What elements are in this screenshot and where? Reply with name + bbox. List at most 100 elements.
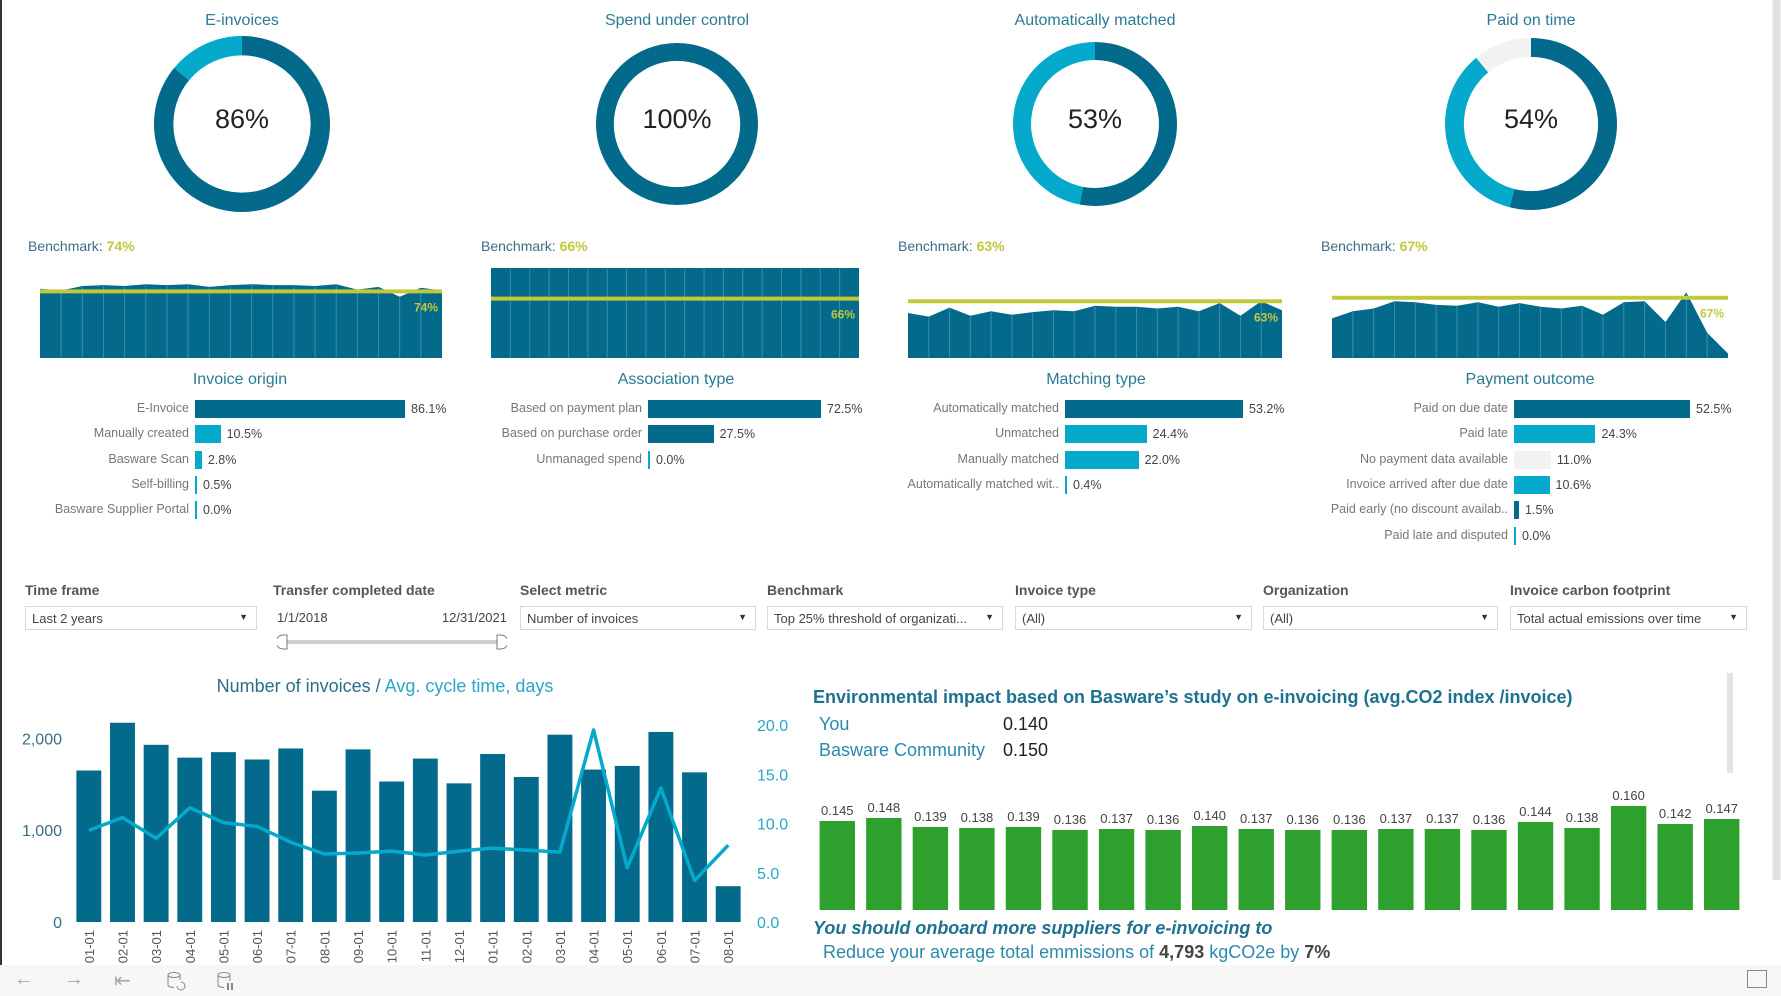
sparkline-area[interactable]: [1332, 292, 1728, 358]
breakdown-bar[interactable]: [1514, 526, 1516, 545]
co2-bar[interactable]: [959, 828, 995, 910]
dropdown-value: (All): [1270, 611, 1294, 626]
benchmark-line-label: 74%: [414, 300, 438, 314]
slider-handle-start[interactable]: [277, 634, 288, 650]
breakdown-value: 11.0%: [1556, 452, 1592, 467]
breakdown-row[interactable]: No payment data available: [0, 450, 1514, 470]
co2-bar[interactable]: [1052, 830, 1088, 910]
filter-select-metric: Select metric Number of invoices ▼: [520, 582, 756, 630]
co2-bar[interactable]: [1564, 828, 1600, 910]
co2-bar[interactable]: [1285, 830, 1321, 910]
y-right-tick: 15.0: [757, 767, 788, 784]
co2-bar[interactable]: [1657, 824, 1693, 910]
carbon-footprint-dropdown[interactable]: Total actual emissions over time ▼: [1510, 606, 1747, 630]
scrollbar-thumb[interactable]: [1773, 0, 1780, 880]
page-scrollbar[interactable]: [1772, 0, 1781, 880]
benchmark-sparkline[interactable]: 63%: [908, 260, 1286, 360]
breakdown-bar[interactable]: [1514, 450, 1551, 469]
y-right-tick: 5.0: [757, 866, 779, 883]
breakdown-row[interactable]: Invoice arrived after due date: [0, 475, 1514, 495]
invoice-count-bar[interactable]: [177, 757, 203, 922]
dropdown-value: Last 2 years: [32, 611, 103, 626]
co2-bar[interactable]: [1378, 829, 1414, 910]
breakdown-bar[interactable]: [1514, 501, 1520, 520]
title-separator: /: [370, 676, 385, 696]
breakdown-row[interactable]: Paid late and disputed: [0, 526, 1514, 546]
sparkline-area[interactable]: [491, 268, 859, 358]
co2-bar[interactable]: [1471, 830, 1507, 910]
pause-data-icon[interactable]: [216, 971, 236, 993]
co2-bar[interactable]: [819, 821, 855, 910]
co2-bar[interactable]: [912, 827, 949, 910]
co2-bar[interactable]: [1517, 822, 1554, 910]
invoice-count-bar[interactable]: [76, 770, 102, 923]
benchmark-sparkline[interactable]: 74%: [40, 260, 446, 360]
reset-to-first-icon[interactable]: ⇤: [114, 968, 131, 993]
co2-bar[interactable]: [1610, 806, 1647, 910]
reduce-percent: 7%: [1304, 942, 1331, 962]
co2-index-chart[interactable]: 0.145 0.148 0.139 0.138 0.139 0.136 0.137 0.136…: [810, 785, 1750, 910]
donut-segment[interactable]: [1476, 38, 1531, 73]
invoice-count-bar[interactable]: [244, 759, 270, 922]
co2-bar[interactable]: [1704, 819, 1740, 910]
kpi-e-invoices[interactable]: E-invoices 86%: [22, 0, 462, 220]
invoice-count-bar[interactable]: [682, 772, 707, 922]
back-arrow-icon[interactable]: ←: [14, 968, 34, 991]
you-value: 0.140: [1003, 714, 1049, 734]
co2-bar[interactable]: [1145, 830, 1181, 910]
fullscreen-icon[interactable]: [1747, 970, 1767, 988]
invoice-count-bar[interactable]: [715, 886, 741, 922]
invoice-count-bar[interactable]: [311, 790, 337, 922]
forward-arrow-icon[interactable]: →: [64, 968, 84, 991]
breakdown-row[interactable]: Paid on due date: [0, 399, 1514, 419]
co2-bar[interactable]: [1424, 829, 1461, 910]
refresh-data-icon[interactable]: [166, 971, 186, 993]
donut-segment[interactable]: [174, 36, 242, 81]
invoice-count-bar[interactable]: [648, 731, 674, 922]
co2-bar[interactable]: [1331, 830, 1368, 910]
invoice-count-bar[interactable]: [480, 753, 506, 922]
co2-bar[interactable]: [866, 818, 902, 910]
title-bar-series: Number of invoices: [216, 676, 371, 696]
kpi-paid-on-time[interactable]: Paid on time 54%: [1311, 0, 1751, 220]
breakdown-bar[interactable]: [1514, 475, 1550, 494]
breakdown-row[interactable]: Paid early (no discount availab..: [0, 500, 1514, 520]
invoice-count-bar[interactable]: [412, 758, 438, 922]
kpi-automatically-matched[interactable]: Automatically matched 53%: [875, 0, 1315, 220]
kpi-value: 54%: [1503, 104, 1559, 134]
benchmark-sparkline[interactable]: 66%: [491, 260, 863, 360]
invoices-cycle-time-chart[interactable]: 0 1,000 2,000 0.0 5.0 10.0 15.0 20.0 01-01 02-01 0…: [0, 700, 800, 965]
invoice-count-bar[interactable]: [547, 734, 573, 922]
invoice-count-bar[interactable]: [581, 769, 607, 922]
invoice-count-bar[interactable]: [345, 749, 371, 922]
date-end[interactable]: 12/31/2021: [442, 610, 507, 625]
breakdown-row[interactable]: Paid late: [0, 424, 1514, 444]
date-start[interactable]: 1/1/2018: [277, 610, 328, 625]
kpi-spend-under-control[interactable]: Spend under control 100%: [457, 0, 897, 220]
co2-bar-label: 0.138: [961, 810, 994, 825]
co2-bar[interactable]: [1098, 829, 1135, 910]
environment-scrollbar[interactable]: [1727, 673, 1733, 773]
co2-bar[interactable]: [1191, 826, 1228, 910]
you-label: You: [819, 714, 850, 734]
benchmark-label: Benchmark: 63%: [898, 238, 1005, 254]
co2-bar[interactable]: [1005, 827, 1042, 910]
invoice-count-bar[interactable]: [278, 748, 304, 922]
co2-bar-label: 0.137: [1426, 811, 1459, 826]
invoice-count-bar[interactable]: [210, 752, 236, 922]
co2-bar[interactable]: [1238, 829, 1274, 910]
x-tick-label: 07-01: [688, 930, 703, 963]
benchmark-dropdown[interactable]: Top 25% threshold of organizati... ▼: [767, 606, 1003, 630]
metric-dropdown[interactable]: Number of invoices ▼: [520, 606, 756, 630]
organization-dropdown[interactable]: (All) ▼: [1263, 606, 1498, 630]
invoice-type-dropdown[interactable]: (All) ▼: [1015, 606, 1252, 630]
x-tick-label: 11-01: [418, 930, 433, 962]
breakdown-title: Invoice origin: [192, 371, 288, 388]
sparkline-area[interactable]: [40, 284, 442, 358]
breakdown-bar[interactable]: [1514, 400, 1690, 418]
slider-handle-end[interactable]: [496, 634, 507, 650]
date-range-slider[interactable]: [277, 634, 507, 650]
benchmark-sparkline[interactable]: 67%: [1332, 260, 1732, 360]
time-frame-dropdown[interactable]: Last 2 years ▼: [25, 606, 257, 630]
breakdown-bar[interactable]: [1514, 425, 1596, 444]
